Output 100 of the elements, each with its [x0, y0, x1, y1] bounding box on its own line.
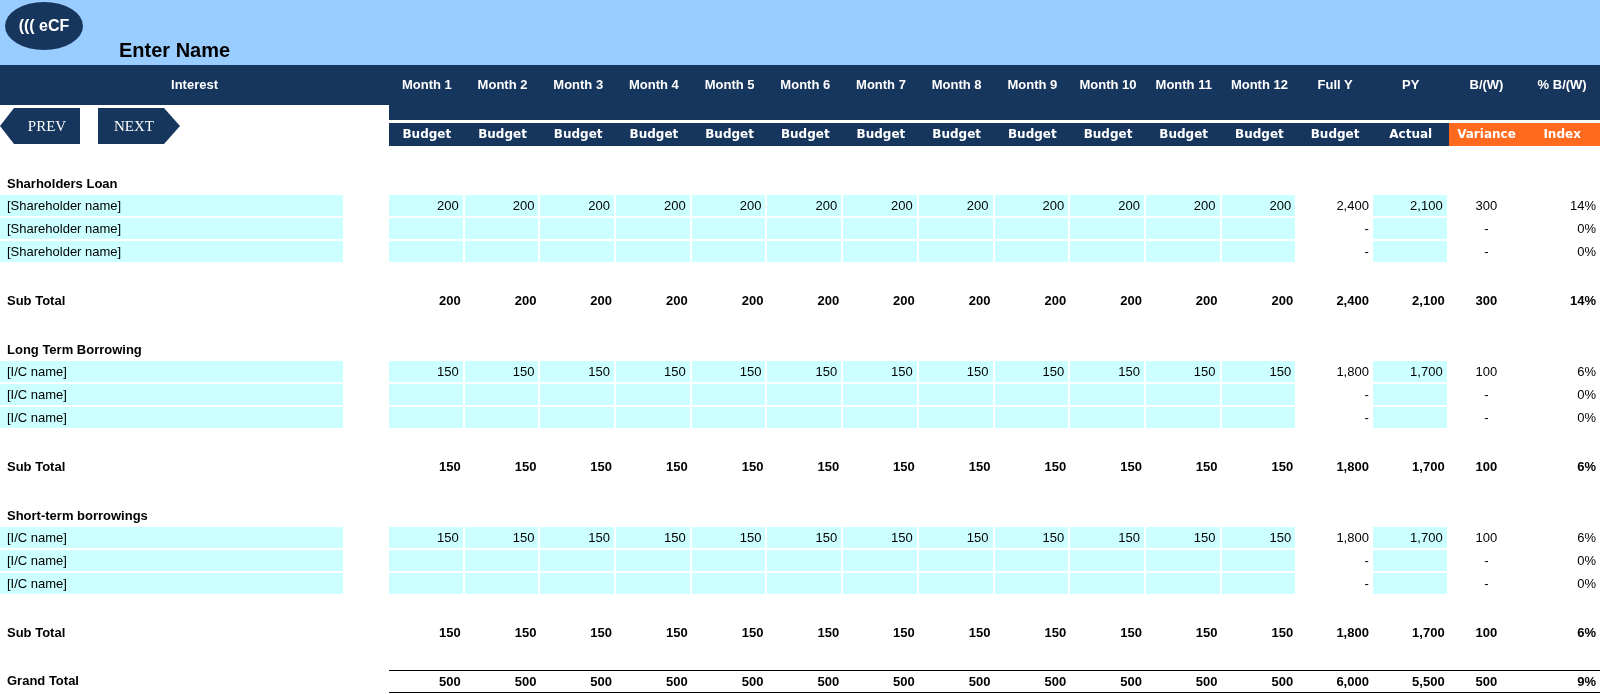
input-cell[interactable]: 150	[1070, 361, 1146, 384]
input-cell[interactable]	[540, 384, 617, 407]
input-cell[interactable]: [I/C name]	[0, 550, 345, 573]
input-cell[interactable]: 150	[540, 527, 617, 550]
input-cell[interactable]	[843, 573, 919, 596]
input-cell[interactable]	[464, 407, 541, 430]
input-cell[interactable]	[1145, 407, 1222, 430]
input-cell[interactable]	[616, 550, 692, 573]
input-cell[interactable]: 150	[1145, 527, 1222, 550]
input-cell[interactable]: 150	[843, 361, 919, 384]
input-cell[interactable]: 2,100	[1372, 195, 1449, 218]
input-cell[interactable]	[994, 407, 1071, 430]
nav-button[interactable]: PREV	[0, 108, 80, 144]
input-cell[interactable]: 200	[389, 195, 465, 218]
input-cell[interactable]	[1070, 550, 1146, 573]
input-cell[interactable]	[767, 218, 844, 241]
input-cell[interactable]	[918, 218, 995, 241]
input-cell[interactable]	[918, 550, 995, 573]
input-cell[interactable]	[994, 573, 1071, 596]
input-cell[interactable]: 150	[918, 527, 995, 550]
input-cell[interactable]	[1372, 407, 1449, 430]
input-cell[interactable]	[994, 384, 1071, 407]
input-cell[interactable]	[1221, 384, 1298, 407]
input-cell[interactable]	[843, 384, 919, 407]
input-cell[interactable]	[464, 218, 541, 241]
input-cell[interactable]: 200	[691, 195, 768, 218]
input-cell[interactable]	[994, 218, 1071, 241]
input-cell[interactable]	[767, 550, 844, 573]
input-cell[interactable]: 200	[540, 195, 617, 218]
input-cell[interactable]	[1145, 218, 1222, 241]
input-cell[interactable]	[616, 573, 692, 596]
input-cell[interactable]: [I/C name]	[0, 407, 345, 430]
input-cell[interactable]	[1145, 550, 1222, 573]
input-cell[interactable]: 200	[918, 195, 995, 218]
input-cell[interactable]	[616, 241, 692, 264]
input-cell[interactable]: 200	[1070, 195, 1146, 218]
input-cell[interactable]	[540, 407, 617, 430]
input-cell[interactable]: 150	[918, 361, 995, 384]
nav-button[interactable]: NEXT	[98, 108, 180, 144]
input-cell[interactable]	[1070, 384, 1146, 407]
input-cell[interactable]: 150	[843, 527, 919, 550]
input-cell[interactable]	[540, 218, 617, 241]
input-cell[interactable]: 150	[994, 361, 1071, 384]
input-cell[interactable]	[994, 550, 1071, 573]
input-cell[interactable]: [Shareholder name]	[0, 241, 345, 264]
input-cell[interactable]	[616, 218, 692, 241]
input-cell[interactable]	[1145, 241, 1222, 264]
input-cell[interactable]: 200	[1145, 195, 1222, 218]
input-cell[interactable]	[389, 218, 465, 241]
input-cell[interactable]: 150	[767, 527, 844, 550]
input-cell[interactable]	[1372, 573, 1449, 596]
input-cell[interactable]: 150	[389, 527, 465, 550]
input-cell[interactable]	[691, 241, 768, 264]
input-cell[interactable]: [Shareholder name]	[0, 218, 345, 241]
input-cell[interactable]	[1145, 573, 1222, 596]
input-cell[interactable]	[540, 573, 617, 596]
input-cell[interactable]	[767, 573, 844, 596]
input-cell[interactable]: [I/C name]	[0, 573, 345, 596]
input-cell[interactable]: 200	[616, 195, 692, 218]
input-cell[interactable]	[767, 384, 844, 407]
input-cell[interactable]	[1070, 241, 1146, 264]
input-cell[interactable]	[918, 407, 995, 430]
input-cell[interactable]: 200	[464, 195, 541, 218]
input-cell[interactable]	[616, 384, 692, 407]
input-cell[interactable]	[843, 241, 919, 264]
input-cell[interactable]: [I/C name]	[0, 361, 345, 384]
input-cell[interactable]	[389, 241, 465, 264]
input-cell[interactable]: 150	[464, 527, 541, 550]
input-cell[interactable]	[389, 384, 465, 407]
input-cell[interactable]: 200	[843, 195, 919, 218]
input-cell[interactable]: [Shareholder name]	[0, 195, 345, 218]
input-cell[interactable]: 150	[464, 361, 541, 384]
input-cell[interactable]: 150	[389, 361, 465, 384]
input-cell[interactable]: 150	[767, 361, 844, 384]
input-cell[interactable]: 150	[1070, 527, 1146, 550]
input-cell[interactable]: [I/C name]	[0, 527, 345, 550]
input-cell[interactable]	[1221, 407, 1298, 430]
input-cell[interactable]: 150	[691, 527, 768, 550]
input-cell[interactable]: 150	[1221, 361, 1298, 384]
input-cell[interactable]: 150	[1145, 361, 1222, 384]
input-cell[interactable]	[389, 407, 465, 430]
input-cell[interactable]: 150	[540, 361, 617, 384]
input-cell[interactable]: 200	[1221, 195, 1298, 218]
input-cell[interactable]	[691, 218, 768, 241]
input-cell[interactable]: 1,700	[1372, 527, 1449, 550]
input-cell[interactable]: 200	[994, 195, 1071, 218]
input-cell[interactable]: 150	[691, 361, 768, 384]
input-cell[interactable]	[691, 407, 768, 430]
input-cell[interactable]: 200	[767, 195, 844, 218]
input-cell[interactable]	[843, 218, 919, 241]
input-cell[interactable]	[691, 550, 768, 573]
input-cell[interactable]	[464, 241, 541, 264]
input-cell[interactable]	[1070, 218, 1146, 241]
input-cell[interactable]: 150	[616, 361, 692, 384]
input-cell[interactable]	[767, 241, 844, 264]
input-cell[interactable]	[918, 241, 995, 264]
input-cell[interactable]	[389, 573, 465, 596]
input-cell[interactable]	[691, 384, 768, 407]
input-cell[interactable]	[1372, 384, 1449, 407]
input-cell[interactable]	[464, 573, 541, 596]
